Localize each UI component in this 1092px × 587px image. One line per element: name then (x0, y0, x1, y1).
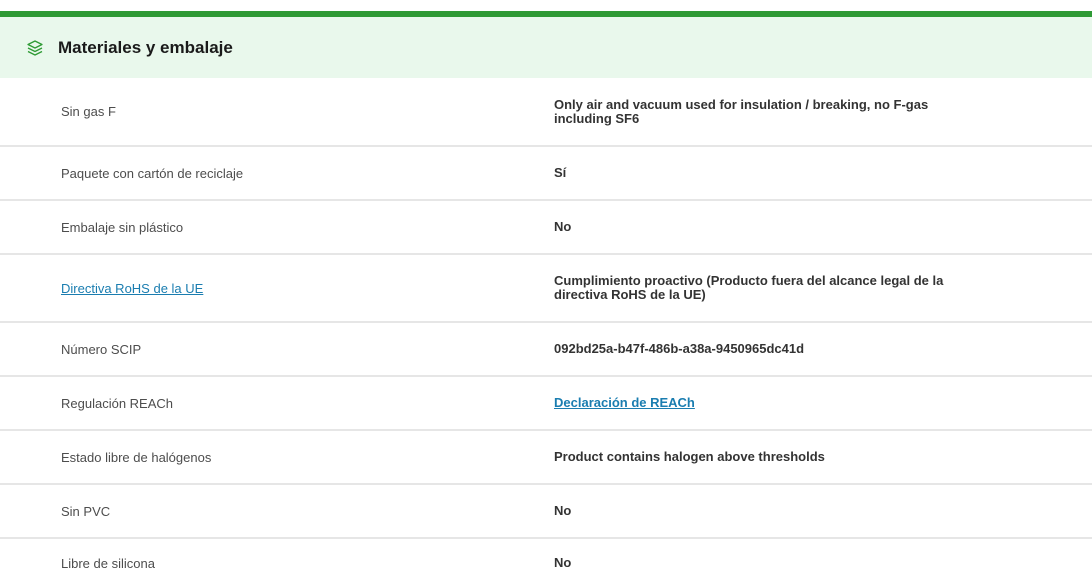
attribute-value: No (554, 555, 572, 570)
table-row: Embalaje sin plástico No (0, 201, 1092, 255)
attribute-label: Sin PVC (61, 503, 111, 519)
attribute-label: Paquete con cartón de reciclaje (61, 165, 244, 181)
attribute-value: Cumplimiento proactivo (Producto fuera d… (554, 273, 944, 302)
attribute-label: Sin gas F (61, 104, 116, 119)
table-row: Paquete con cartón de reciclaje Sí (0, 147, 1092, 201)
attribute-label: Directiva RoHS de la UE (61, 255, 203, 321)
table-row: Libre de silicona No (0, 539, 1092, 587)
attribute-label: Regulación REACh (61, 395, 174, 411)
table-row: Regulación REACh Declaración de REACh (0, 377, 1092, 431)
section-header: Materiales y embalaje (0, 17, 1092, 78)
attribute-value: Sí (554, 165, 567, 180)
table-row: Número SCIP 092bd25a-b47f-486b-a38a-9450… (0, 323, 1092, 377)
attribute-value: Product contains halogen above threshold… (554, 449, 825, 464)
rohs-directive-link[interactable]: Directiva RoHS de la UE (61, 281, 203, 296)
table-row: Directiva RoHS de la UE Cumplimiento pro… (0, 255, 1092, 323)
attribute-value: 092bd25a-b47f-486b-a38a-9450965dc41d (554, 341, 805, 356)
attribute-value: No (554, 503, 572, 518)
section-title: Materiales y embalaje (58, 37, 233, 57)
reach-declaration-link[interactable]: Declaración de REACh (554, 396, 695, 410)
attribute-label: Libre de silicona (61, 555, 155, 571)
attribute-label: Número SCIP (61, 341, 142, 357)
table-row: Sin gas F Only air and vacuum used for i… (0, 78, 1092, 147)
attribute-value: No (554, 219, 572, 234)
layers-icon (26, 39, 44, 57)
attribute-value: Only air and vacuum used for insulation … (554, 96, 929, 126)
table-row: Estado libre de halógenos Product contai… (0, 431, 1092, 485)
attribute-value: Declaración de REACh (554, 377, 984, 429)
attribute-label: Estado libre de halógenos (61, 449, 212, 465)
attribute-label: Embalaje sin plástico (61, 219, 184, 235)
table-row: Sin PVC No (0, 485, 1092, 539)
